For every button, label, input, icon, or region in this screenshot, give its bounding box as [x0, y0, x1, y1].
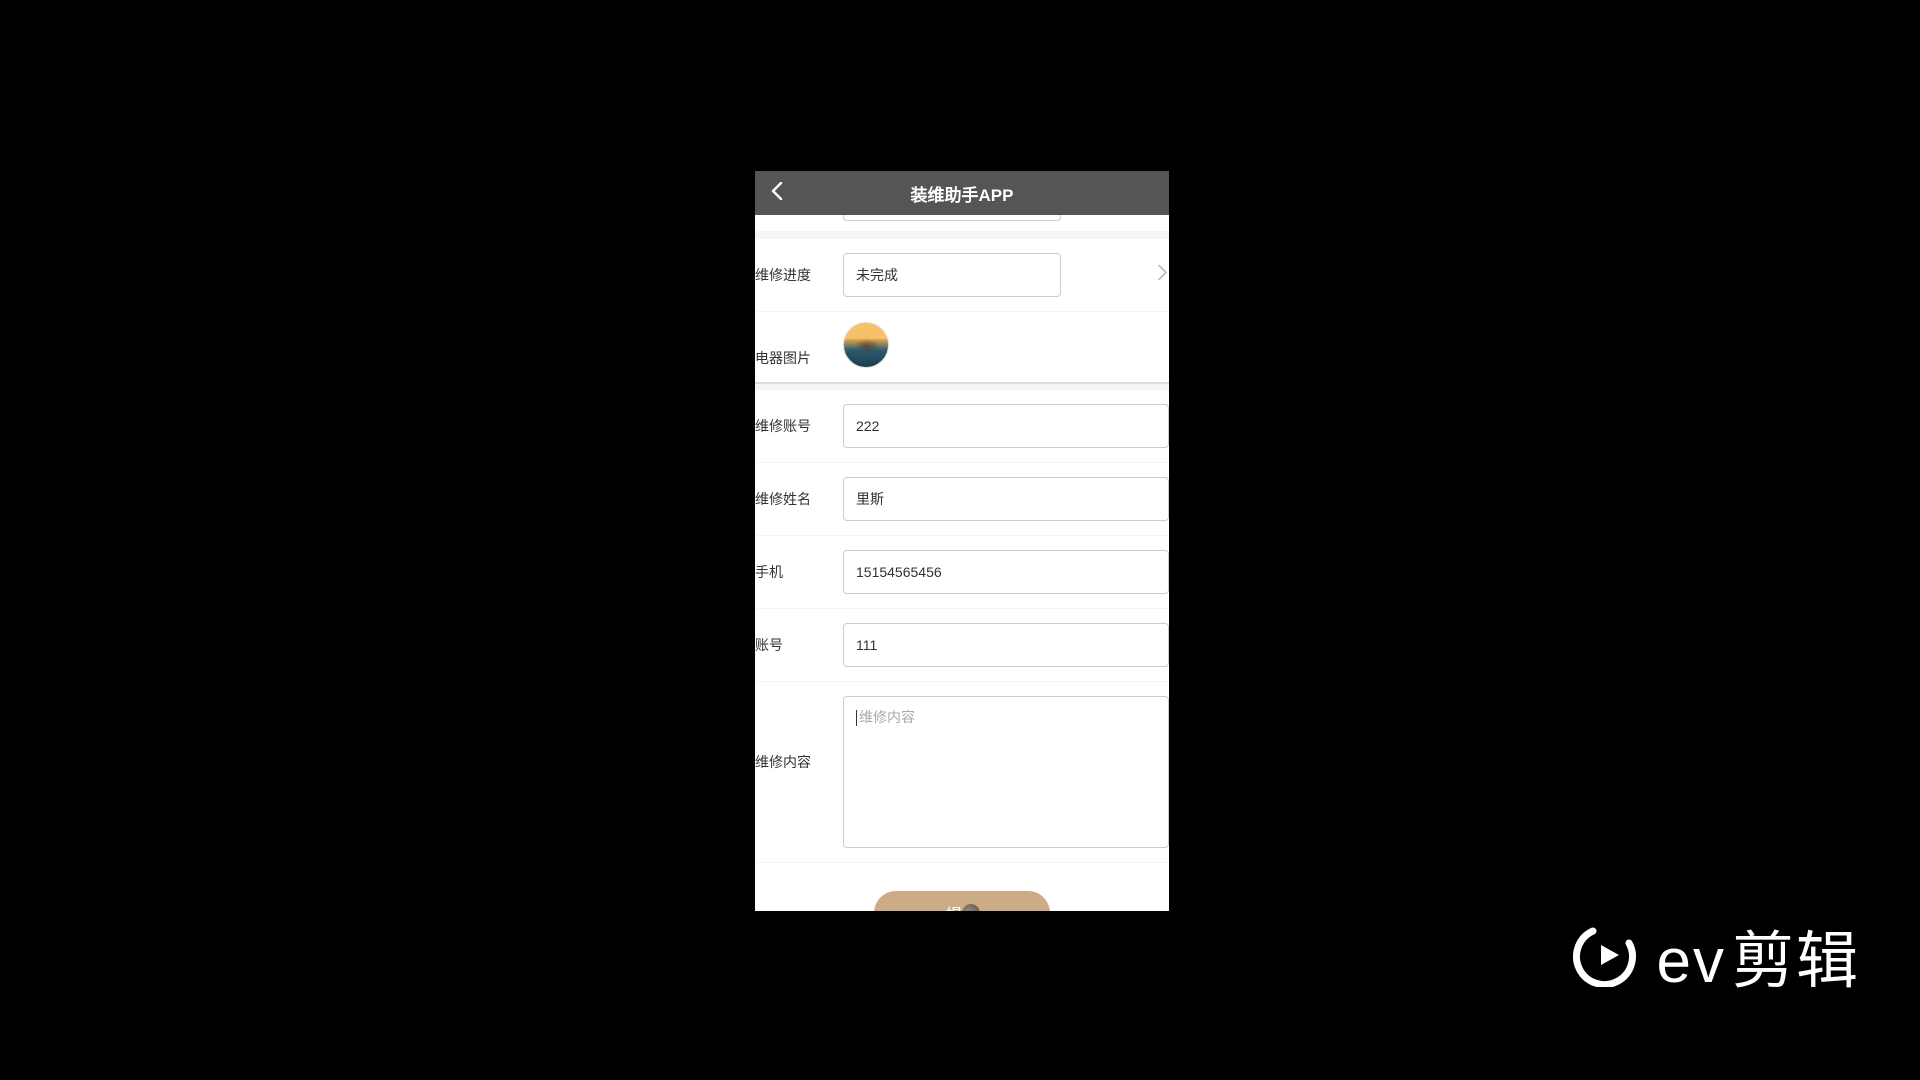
label-phone: 手机 — [755, 562, 843, 582]
textarea-repair-content[interactable]: 维修内容 — [843, 696, 1169, 848]
label-device-image: 电器图片 — [755, 348, 843, 368]
chevron-right-icon — [1158, 265, 1167, 286]
app-header: 装维助手APP — [755, 171, 1169, 215]
chevron-left-icon — [770, 182, 784, 205]
row-repair-account: 维修账号 222 — [755, 390, 1169, 462]
input-phone[interactable]: 15154565456 — [843, 550, 1169, 594]
submit-container: 提交 — [755, 863, 1169, 911]
label-repair-progress: 维修进度 — [755, 265, 843, 285]
row-repair-name: 维修姓名 里斯 — [755, 463, 1169, 535]
textarea-placeholder: 维修内容 — [859, 709, 915, 725]
label-account: 账号 — [755, 635, 843, 655]
row-device-image: 电器图片 — [755, 312, 1169, 384]
app-window: 装维助手APP 维修进度 未完成 电器图片 维修账号 222 维修姓名 里斯 手… — [755, 171, 1169, 911]
watermark-brand-cn: 剪辑 — [1732, 910, 1860, 1000]
input-repair-name[interactable]: 里斯 — [843, 477, 1169, 521]
submit-button-label: 提交 — [946, 901, 978, 911]
input-repair-account[interactable]: 222 — [843, 404, 1169, 448]
text-cursor — [856, 710, 857, 726]
back-button[interactable] — [767, 183, 787, 203]
watermark: ev 剪辑 — [1573, 910, 1861, 1000]
watermark-brand-en: ev — [1657, 926, 1726, 997]
label-repair-content: 维修内容 — [755, 752, 843, 772]
row-account: 账号 111 — [755, 609, 1169, 681]
page-title: 装维助手APP — [911, 181, 1014, 206]
input-repair-progress[interactable]: 未完成 — [843, 253, 1061, 297]
row-repair-progress[interactable]: 维修进度 未完成 — [755, 239, 1169, 311]
label-repair-name: 维修姓名 — [755, 489, 843, 509]
watermark-text: ev 剪辑 — [1657, 910, 1861, 1000]
play-icon — [1573, 923, 1637, 987]
row-repair-content: 维修内容 维修内容 — [755, 682, 1169, 862]
row-phone: 手机 15154565456 — [755, 536, 1169, 608]
submit-button[interactable]: 提交 — [874, 891, 1050, 911]
device-thumbnail[interactable] — [843, 322, 889, 368]
form-content: 维修进度 未完成 电器图片 维修账号 222 维修姓名 里斯 手机 151545… — [755, 215, 1169, 911]
label-repair-account: 维修账号 — [755, 416, 843, 436]
partial-previous-field — [755, 215, 1169, 231]
input-account[interactable]: 111 — [843, 623, 1169, 667]
